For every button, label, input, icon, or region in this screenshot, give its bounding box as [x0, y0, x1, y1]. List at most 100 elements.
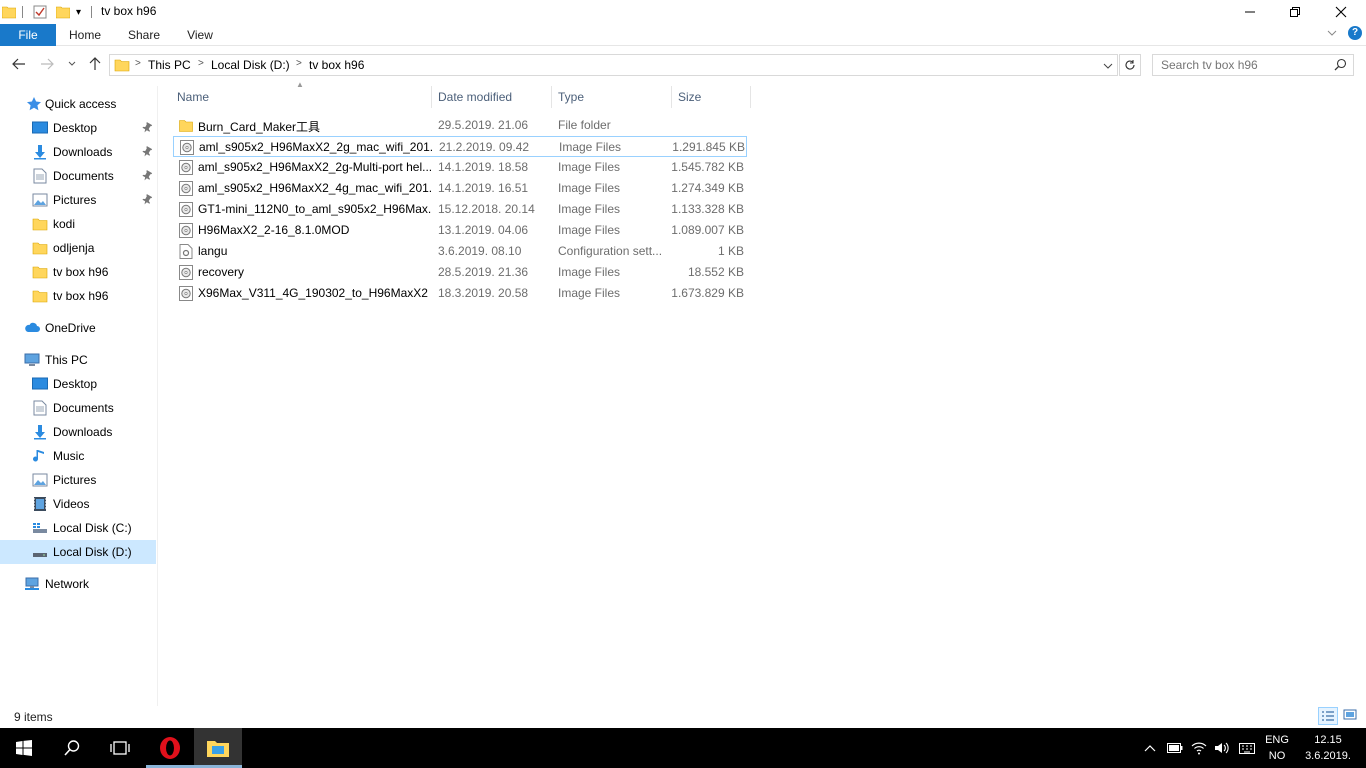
file-size: 1.673.829 KB — [671, 286, 744, 300]
disc-image-icon — [179, 286, 193, 301]
nav-pc-desktop[interactable]: Desktop — [0, 372, 156, 396]
pin-icon[interactable] — [141, 194, 153, 206]
tab-share[interactable]: Share — [122, 24, 166, 46]
file-row[interactable]: GT1-mini_112N0_to_aml_s905x2_H96Max... 15… — [173, 199, 747, 220]
language-indicator[interactable]: ENG NO — [1264, 732, 1290, 764]
nav-pc-local-disk-d[interactable]: Local Disk (D:) — [0, 540, 156, 564]
search-button[interactable] — [48, 728, 96, 768]
nav-pc-downloads[interactable]: Downloads — [0, 420, 156, 444]
recent-locations-button[interactable] — [63, 55, 81, 73]
nav-quick-pictures[interactable]: Pictures — [0, 188, 156, 212]
minimize-button[interactable] — [1227, 0, 1273, 24]
start-button[interactable] — [0, 728, 48, 768]
nav-quick-odljenja[interactable]: odljenja — [0, 236, 156, 260]
window-title: tv box h96 — [101, 4, 157, 18]
pin-icon[interactable] — [141, 122, 153, 134]
column-header-type[interactable]: Type — [553, 86, 672, 108]
nav-this-pc[interactable]: This PC — [0, 348, 156, 372]
documents-icon — [33, 400, 47, 416]
disc-image-icon — [179, 202, 193, 217]
file-type: Image Files — [558, 160, 621, 174]
pictures-icon — [32, 193, 48, 207]
nav-pc-local-disk-c[interactable]: Local Disk (C:) — [0, 516, 156, 540]
file-row[interactable]: aml_s905x2_H96MaxX2_2g_mac_wifi_201... 21… — [173, 136, 747, 157]
nav-quick-documents[interactable]: Documents — [0, 164, 156, 188]
taskbar-opera[interactable] — [146, 728, 194, 768]
large-icons-view-button[interactable] — [1341, 707, 1361, 725]
expand-ribbon-button[interactable] — [1326, 27, 1338, 42]
address-history-dropdown[interactable] — [1103, 60, 1113, 74]
chevron-up-icon — [1144, 745, 1156, 752]
tab-home[interactable]: Home — [62, 24, 108, 46]
up-button[interactable] — [86, 55, 104, 73]
nav-pc-documents[interactable]: Documents — [0, 396, 156, 420]
nav-quick-tv-box-h96-2[interactable]: tv box h96 — [0, 284, 156, 308]
network-status-button[interactable] — [1188, 728, 1210, 768]
restore-button[interactable] — [1272, 0, 1318, 24]
pin-icon[interactable] — [141, 170, 153, 182]
nav-network[interactable]: Network — [0, 572, 156, 596]
volume-button[interactable] — [1211, 728, 1233, 768]
details-view-button[interactable] — [1318, 707, 1338, 725]
network-icon — [25, 577, 39, 590]
column-header-size[interactable]: Size — [673, 86, 751, 108]
search-box[interactable] — [1152, 54, 1354, 76]
column-header-date[interactable]: Date modified — [433, 86, 552, 108]
nav-quick-desktop[interactable]: Desktop — [0, 116, 156, 140]
breadcrumb-separator[interactable]: > — [198, 58, 204, 69]
opera-icon — [160, 737, 180, 759]
keyboard-icon — [1239, 743, 1255, 754]
new-folder-icon[interactable] — [56, 3, 70, 21]
file-name: langu — [198, 244, 228, 258]
nav-onedrive[interactable]: OneDrive — [0, 316, 156, 340]
file-row[interactable]: Burn_Card_Maker工具 29.5.2019. 21.06 File fo… — [173, 115, 747, 136]
breadcrumb-separator[interactable]: > — [296, 58, 302, 69]
input-method-button[interactable] — [1236, 728, 1258, 768]
close-button[interactable] — [1318, 0, 1364, 24]
show-hidden-icons-button[interactable] — [1140, 728, 1160, 768]
file-row[interactable]: aml_s905x2_H96MaxX2_2g-Multi-port hel...… — [173, 157, 747, 178]
nav-pc-pictures[interactable]: Pictures — [0, 468, 156, 492]
battery-button[interactable] — [1164, 728, 1186, 768]
details-view-icon — [1322, 711, 1334, 721]
nav-quick-access[interactable]: Quick access — [0, 92, 156, 116]
search-icon[interactable] — [1334, 58, 1347, 74]
back-button[interactable] — [10, 55, 28, 73]
nav-quick-kodi[interactable]: kodi — [0, 212, 156, 236]
breadcrumb-current[interactable]: tv box h96 — [309, 58, 364, 72]
file-row[interactable]: X96Max_V311_4G_190302_to_H96MaxX2 18.3.20… — [173, 283, 747, 304]
address-bar[interactable]: > This PC > Local Disk (D:) > tv box h96 — [109, 54, 1118, 76]
tab-view[interactable]: View — [180, 24, 220, 46]
folder-icon — [2, 3, 16, 21]
file-row[interactable]: langu 3.6.2019. 08.10 Configuration sett..… — [173, 241, 747, 262]
separator — [22, 3, 23, 21]
wifi-icon — [1191, 742, 1207, 755]
pin-icon[interactable] — [141, 146, 153, 158]
quick-access-dropdown[interactable]: ▾ — [76, 3, 81, 21]
file-size: 1 KB — [717, 244, 744, 258]
taskbar-file-explorer[interactable] — [194, 728, 242, 768]
nav-quick-tv-box-h96[interactable]: tv box h96 — [0, 260, 156, 284]
tab-file[interactable]: File — [0, 24, 56, 46]
help-icon[interactable]: ? — [1348, 26, 1362, 40]
nav-pc-music[interactable]: Music — [0, 444, 156, 468]
task-view-button[interactable] — [96, 728, 144, 768]
breadcrumb-separator[interactable]: > — [135, 58, 141, 69]
breadcrumb-local-disk-d[interactable]: Local Disk (D:) — [211, 58, 290, 72]
column-header-name[interactable]: Name — [172, 86, 432, 108]
file-row[interactable]: recovery 28.5.2019. 21.36 Image Files 18.55… — [173, 262, 747, 283]
nav-pc-videos[interactable]: Videos — [0, 492, 156, 516]
clock[interactable]: 12.15 3.6.2019. — [1300, 732, 1356, 764]
pane-divider[interactable] — [157, 86, 158, 706]
downloads-icon — [34, 145, 46, 160]
file-row[interactable]: H96MaxX2_2-16_8.1.0MOD 13.1.2019. 04.06 Im… — [173, 220, 747, 241]
nav-quick-downloads[interactable]: Downloads — [0, 140, 156, 164]
refresh-button[interactable] — [1119, 54, 1141, 76]
search-input[interactable] — [1153, 55, 1333, 75]
file-name: aml_s905x2_H96MaxX2_2g_mac_wifi_201... — [199, 140, 432, 154]
disc-image-icon — [179, 181, 193, 196]
breadcrumb-this-pc[interactable]: This PC — [148, 58, 191, 72]
forward-button[interactable] — [38, 55, 56, 73]
file-row[interactable]: aml_s905x2_H96MaxX2_4g_mac_wifi_201... 14… — [173, 178, 747, 199]
properties-icon[interactable] — [33, 3, 47, 21]
